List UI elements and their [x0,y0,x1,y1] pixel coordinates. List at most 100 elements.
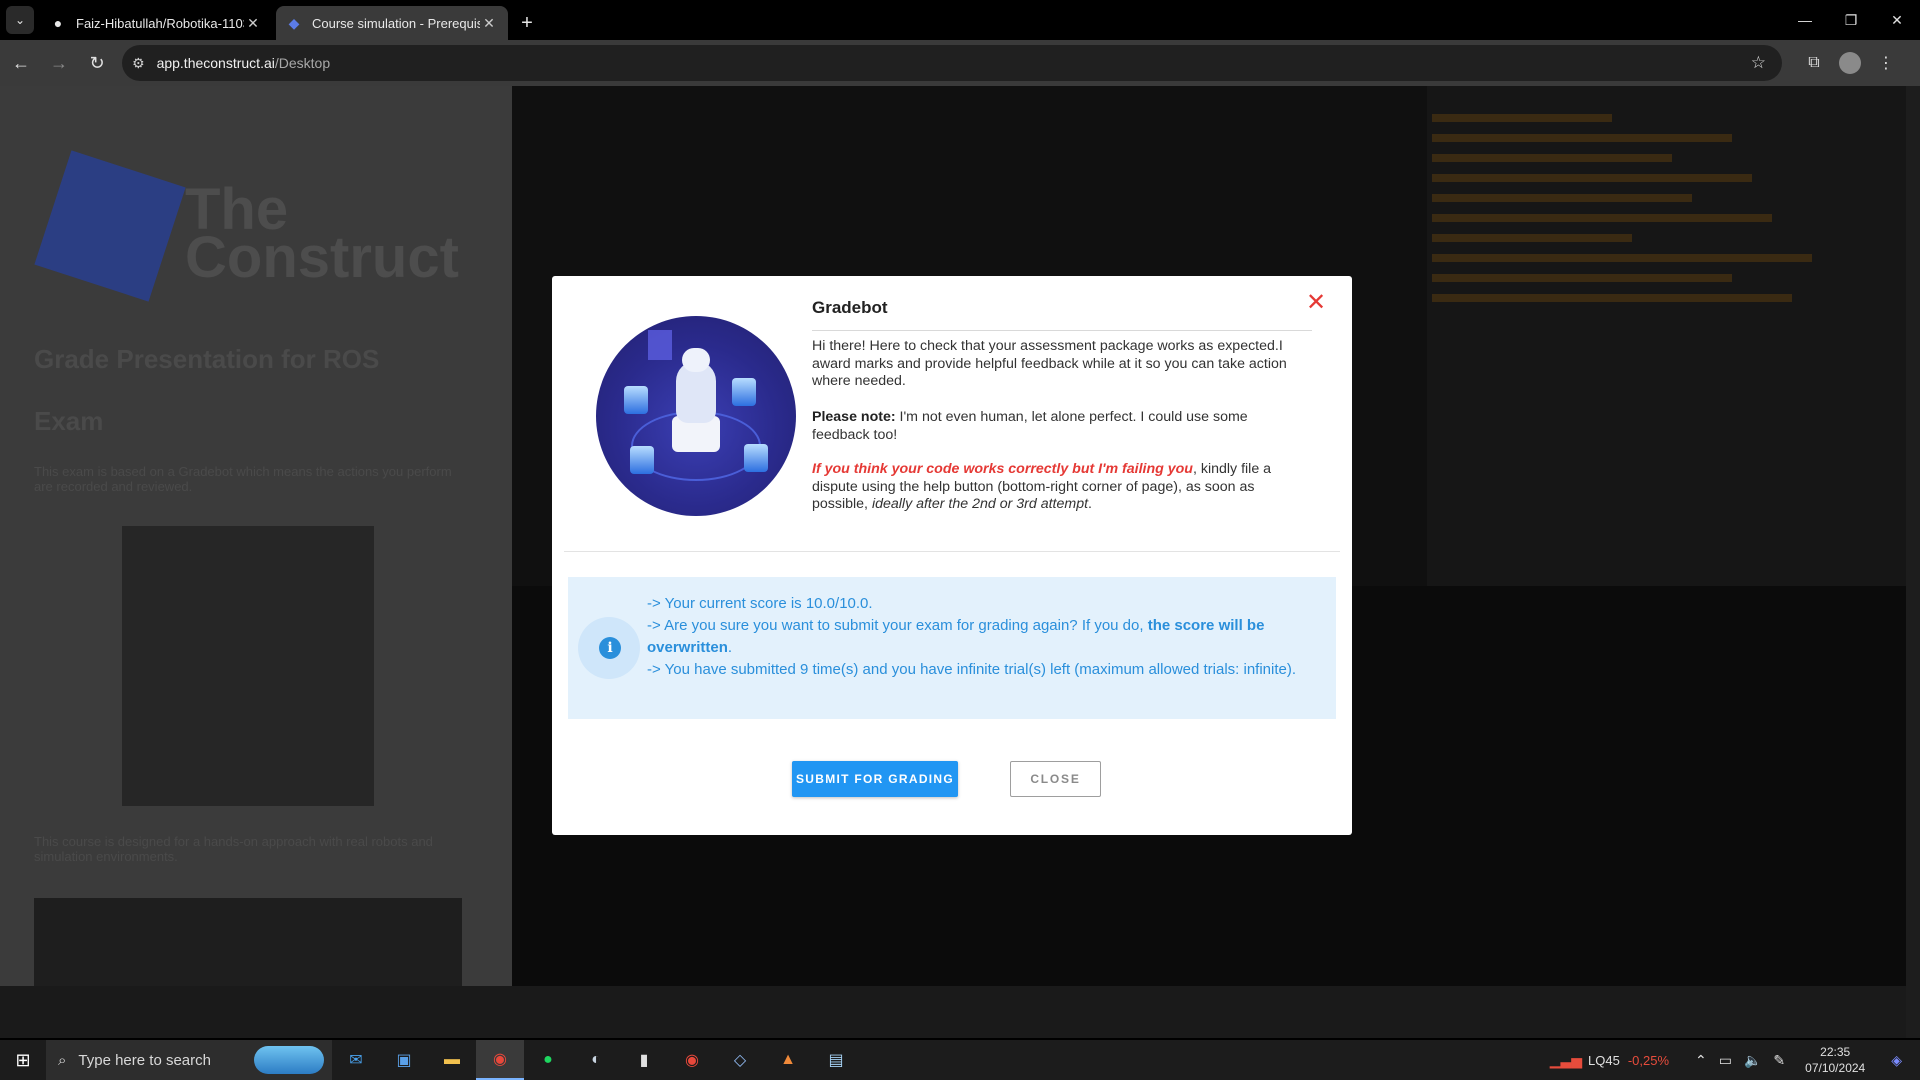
pen-icon[interactable]: ✎ [1773,1052,1785,1069]
dispute-text: If you think your code works correctly b… [812,461,1302,514]
forward-icon[interactable]: → [42,46,76,80]
tab-title: Course simulation - Prerequisite [312,15,480,31]
avatar [1839,52,1861,74]
info-icon: i [599,637,621,659]
reload-icon[interactable]: ↻ [80,46,114,80]
glow-pillar [744,444,768,472]
stock-chart-icon: ▁▃▅ [1549,1051,1582,1068]
clock-time: 22:35 [1820,1045,1851,1059]
submit-for-grading-button[interactable]: SUBMIT FOR GRADING [792,761,958,797]
robot-head [682,348,710,372]
close-tab-icon[interactable]: ✕ [480,15,498,32]
notes-caption: This course is designed for a hands-on a… [34,834,433,864]
tab-title: Faiz-Hibatullah/Robotika-1103... [76,15,244,31]
construct-icon: ◆ [288,14,300,31]
notes-paragraph: This exam is based on a Gradebot which m… [34,464,452,494]
gradebot-dialog: Gradebot ✕ Hi there! Here to check that … [552,276,1352,835]
score-info-text: -> Your current score is 10.0/10.0. -> A… [647,593,1317,681]
taskbar-clock[interactable]: 22:35 07/10/2024 [1805,1044,1865,1076]
address-bar[interactable]: ⚙ app.theconstruct.ai/Desktop ☆ [122,45,1782,81]
matlab-icon[interactable]: ▲ [764,1040,812,1080]
code-line [1432,294,1792,302]
robot-image [122,526,374,806]
profile-avatar[interactable] [1832,46,1868,80]
notes-subheading: Exam [34,406,104,436]
windows-taskbar: ⊞ ⌕ Type here to search ✉ ▣ ▬ ◉ ● ◐ ▮ ◉ … [0,1040,1920,1080]
windows-start-icon[interactable]: ⊞ [0,1040,46,1080]
code-line [1432,134,1732,142]
new-tab-button[interactable]: + [512,6,542,40]
intro-text: Hi there! Here to check that your assess… [812,338,1287,389]
mail-icon[interactable]: ✉ [332,1040,380,1080]
resubmit-warning: -> Are you sure you want to submit your … [647,617,1148,634]
window-controls: — ❐ ✕ [1782,0,1920,40]
url-path: /Desktop [274,55,331,71]
steam-icon[interactable]: ◐ [572,1040,620,1080]
dialog-title: Gradebot [812,298,888,317]
page-scrollbar[interactable] [1906,86,1920,1038]
search-placeholder: Type here to search [78,1051,211,1069]
chrome-profile-icon[interactable]: ◉ [668,1040,716,1080]
file-explorer-icon[interactable]: ▬ [428,1040,476,1080]
browser-menu-icon[interactable]: ⋮ [1868,46,1904,80]
glow-pillar [732,378,756,406]
close-window-icon[interactable]: ✕ [1874,0,1920,40]
code-line [1432,154,1672,162]
system-tray: ▁▃▅ LQ45 -0,25% ⌃ ▭ 🔈 ✎ 22:35 07/10/2024… [1544,1040,1920,1080]
score-info-box: i -> Your current score is 10.0/10.0. ->… [568,577,1336,719]
simulation-toolbar [0,986,1906,1038]
code-line [1432,114,1612,122]
stock-symbol[interactable]: LQ45 [1588,1053,1620,1068]
attempts-line: -> You have submitted 9 time(s) and you … [647,661,1297,678]
tray-chevron-icon[interactable]: ⌃ [1695,1052,1707,1069]
bookmark-star-icon[interactable]: ☆ [1751,53,1766,73]
code-line [1432,214,1772,222]
code-line [1432,234,1632,242]
network-icon[interactable]: ▭ [1719,1052,1732,1069]
restore-icon[interactable]: ❐ [1828,0,1874,40]
chrome-icon[interactable]: ◉ [476,1040,524,1080]
tab-course-simulation[interactable]: ◆ Course simulation - Prerequisite ✕ [276,6,508,40]
close-tab-icon[interactable]: ✕ [244,15,262,32]
browser-toolbar: ← → ↻ ⚙ app.theconstruct.ai/Desktop ☆ ⧉ … [0,40,1920,86]
code-line [1432,254,1812,262]
notes-heading: Grade Presentation for ROS [34,344,380,374]
close-icon[interactable]: ✕ [1306,291,1326,315]
dialog-divider [564,551,1340,552]
search-highlight-image [254,1046,324,1074]
clock-date: 07/10/2024 [1805,1061,1866,1075]
code-line [1432,174,1752,182]
virtualbox-icon[interactable]: ◇ [716,1040,764,1080]
dispute-highlight: If you think your code works correctly b… [812,461,1193,477]
floating-panel [648,330,672,360]
stock-change: -0,25% [1627,1052,1670,1068]
volume-icon[interactable]: 🔈 [1744,1052,1761,1069]
glow-pillar [630,446,654,474]
close-button[interactable]: CLOSE [1010,761,1101,797]
note-text: Please note: I'm not even human, let alo… [812,409,1302,444]
taskbar-search-box[interactable]: ⌕ Type here to search [46,1040,332,1080]
dispute-italic: ideally after the 2nd or 3rd attempt [871,496,1089,512]
note-label: Please note: [812,409,896,425]
info-badge: i [578,617,640,679]
store-icon[interactable]: ▣ [380,1040,428,1080]
copilot-icon[interactable]: ◈ [1891,1052,1902,1069]
back-icon[interactable]: ← [4,46,38,80]
url-domain: app.theconstruct.ai [156,55,275,71]
notepad-icon[interactable]: ▤ [812,1040,860,1080]
warning-end: . [727,639,733,656]
search-icon: ⌕ [58,1051,67,1069]
construct-logo-text: The Construct [185,177,459,290]
tab-github[interactable]: ● Faiz-Hibatullah/Robotika-1103... ✕ [40,6,272,40]
current-score-line: -> Your current score is 10.0/10.0. [647,595,873,612]
minimize-icon[interactable]: — [1782,0,1828,40]
epic-games-icon[interactable]: ▮ [620,1040,668,1080]
title-divider [812,330,1312,331]
tab-search-button[interactable]: ⌄ [6,6,34,34]
site-info-icon[interactable]: ⚙ [132,55,145,72]
spotify-icon[interactable]: ● [524,1040,572,1080]
construct-logo-icon [34,150,186,302]
chevron-down-icon: ⌄ [14,13,26,27]
course-notes-panel: The Construct Grade Presentation for ROS… [0,86,512,1038]
extensions-icon[interactable]: ⧉ [1796,46,1832,80]
